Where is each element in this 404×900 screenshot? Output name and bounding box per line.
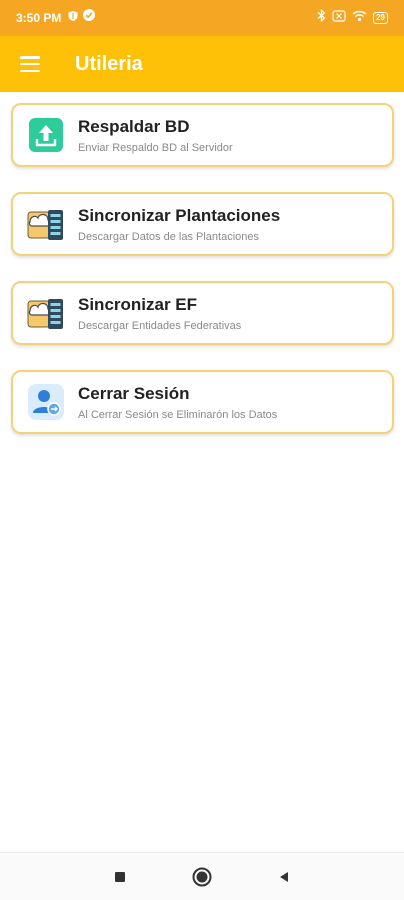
card-subtitle: Descargar Datos de las Plantaciones (78, 230, 259, 243)
card-subtitle: Descargar Entidades Federativas (78, 319, 242, 332)
backup-db-card[interactable]: Respaldar BD Enviar Respaldo BD al Servi… (11, 103, 394, 167)
status-time: 3:50 PM (16, 11, 62, 25)
check-circle-icon (83, 9, 96, 21)
cloud-sync-icon (26, 204, 66, 244)
recent-apps-icon[interactable] (100, 857, 140, 897)
sim-off-icon (332, 9, 346, 27)
card-title: Cerrar Sesión (78, 383, 190, 403)
shield-icon (67, 9, 79, 27)
system-nav-bar (0, 852, 404, 900)
battery-icon: 29 (373, 12, 388, 24)
sync-plantations-card[interactable]: Sincronizar Plantaciones Descargar Datos… (11, 192, 394, 256)
wifi-icon (352, 9, 367, 27)
status-bar: 3:50 PM 29 (0, 0, 404, 36)
sync-ef-card[interactable]: Sincronizar EF Descargar Entidades Feder… (11, 281, 394, 345)
upload-icon (26, 115, 66, 155)
app-bar: Utileria (0, 36, 404, 92)
card-title: Respaldar BD (78, 116, 190, 136)
home-icon[interactable] (182, 857, 222, 897)
logout-card[interactable]: Cerrar Sesión Al Cerrar Sesión se Elimin… (11, 370, 394, 434)
back-icon[interactable] (264, 857, 304, 897)
page-title: Utileria (75, 52, 143, 75)
bluetooth-icon (317, 8, 326, 27)
card-subtitle: Enviar Respaldo BD al Servidor (78, 141, 233, 154)
card-title: Sincronizar EF (78, 294, 198, 314)
card-title: Sincronizar Plantaciones (78, 205, 281, 225)
card-subtitle: Al Cerrar Sesión se Eliminarón los Datos (78, 408, 278, 421)
user-logout-icon (26, 382, 66, 422)
hamburger-menu-icon[interactable] (20, 56, 40, 72)
cloud-sync-icon (26, 293, 66, 333)
utility-menu-list: Respaldar BD Enviar Respaldo BD al Servi… (11, 103, 394, 434)
